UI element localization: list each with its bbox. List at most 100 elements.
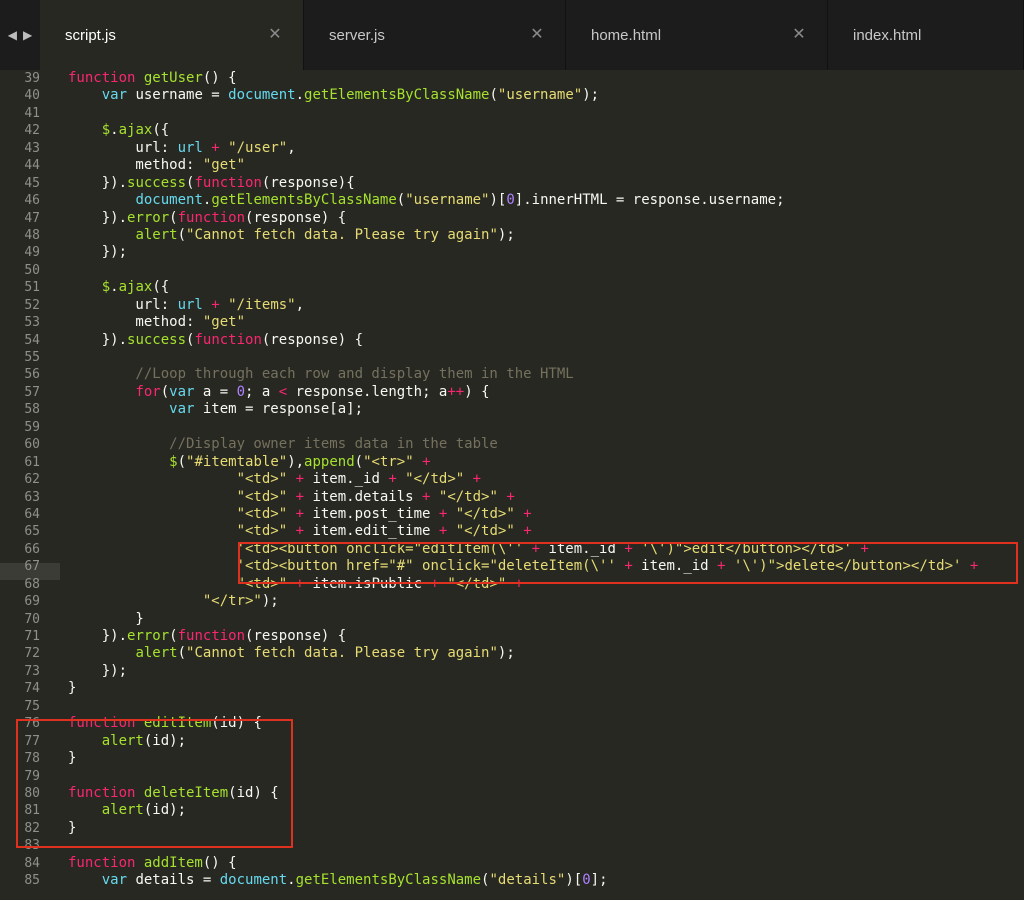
code-token: document (219, 872, 288, 889)
code-line[interactable]: }).error(function(response) { (68, 210, 1024, 227)
code-token: "details" (489, 872, 566, 889)
code-line[interactable]: $("#itemtable"),append("<tr>" + (68, 454, 1024, 471)
close-icon[interactable]: ✕ (267, 26, 283, 42)
code-token: ++ (447, 383, 465, 400)
line-number: 62 (24, 472, 40, 488)
code-token: var (101, 872, 136, 889)
code-line[interactable]: method: "get" (68, 314, 1024, 331)
code-line[interactable]: "<td>" + item.details + "</td>" + (68, 489, 1024, 506)
code-line[interactable]: }); (68, 663, 1024, 680)
code-token: + (497, 488, 515, 505)
code-line[interactable]: var username = document.getElementsByCla… (68, 87, 1024, 104)
code-line[interactable]: "<td>" + item.post_time + "</td>" + (68, 506, 1024, 523)
code-token: }). (68, 209, 128, 226)
close-icon[interactable]: ✕ (791, 26, 807, 42)
line-number: 55 (24, 350, 40, 365)
code-token: function (194, 174, 262, 191)
code-line[interactable]: function addItem() { (68, 855, 1024, 872)
code-line[interactable]: $.ajax({ (68, 122, 1024, 139)
code-token: method: (68, 314, 203, 331)
tab-script-js[interactable]: script.js ✕ (40, 0, 304, 70)
code-line[interactable]: $.ajax({ (68, 279, 1024, 296)
code-line[interactable]: var details = document.getElementsByClas… (68, 872, 1024, 889)
code-line[interactable] (68, 419, 1024, 436)
code-token: "username" (497, 87, 583, 104)
code-token: "#itemtable" (186, 453, 288, 470)
code-token: } (68, 610, 144, 627)
code-line[interactable]: }).success(function(response){ (68, 175, 1024, 192)
code-editor[interactable]: 39 40 41 42 43 44 45 46 47 48 49 50 51 52 53 54 55 56 57 58… (0, 70, 1024, 900)
code-line[interactable]: //Loop through each row and display them… (68, 366, 1024, 383)
code-line[interactable]: url: url + "/user", (68, 140, 1024, 157)
code-token: ); (261, 593, 279, 610)
code-token: "<td>" (236, 505, 288, 522)
close-icon[interactable]: ✕ (529, 26, 545, 42)
code-token: ; a (245, 383, 279, 400)
code-line[interactable] (68, 349, 1024, 366)
code-token: ajax (118, 279, 153, 296)
code-token: "</td>" (405, 471, 465, 488)
code-token: "username" (405, 192, 490, 209)
line-number: 56 (24, 367, 40, 383)
code-line[interactable]: "<td>" + item._id + "</td>" + (68, 471, 1024, 488)
line-number: 57 (24, 384, 40, 400)
line-number: 47 (24, 210, 40, 226)
code-token: "/user" (228, 139, 288, 156)
line-number: 50 (24, 262, 40, 278)
line-number: 39 (24, 71, 40, 86)
tab-bar: ◀ ▶ script.js ✕ server.js ✕ home.html ✕ … (0, 0, 1024, 70)
code-token: + (202, 296, 229, 313)
line-number: 46 (24, 193, 40, 209)
code-token: ), (287, 453, 305, 470)
code-token: "</tr>" (202, 593, 262, 610)
code-line[interactable]: } (68, 680, 1024, 697)
tab-index-html[interactable]: index.html (828, 0, 1024, 70)
code-line[interactable]: var item = response[a]; (68, 401, 1024, 418)
code-line[interactable]: }).success(function(response) { (68, 332, 1024, 349)
code-line[interactable]: for(var a = 0; a < response.length; a++)… (68, 384, 1024, 401)
tab-nav-arrows[interactable]: ◀ ▶ (0, 0, 40, 70)
chevron-right-icon[interactable]: ▶ (23, 28, 32, 42)
code-line[interactable]: //Display owner items data in the table (68, 436, 1024, 453)
code-token: addItem (143, 854, 203, 871)
code-token: item.edit_time (312, 523, 439, 540)
code-line[interactable]: } (68, 611, 1024, 628)
code-line[interactable]: alert("Cannot fetch data. Please try aga… (68, 227, 1024, 244)
code-token: function (194, 331, 262, 348)
code-line[interactable]: alert("Cannot fetch data. Please try aga… (68, 645, 1024, 662)
line-number: 53 (24, 315, 40, 331)
code-line[interactable]: "<td>" + item.edit_time + "</td>" + (68, 523, 1024, 540)
code-line[interactable]: url: url + "/items", (68, 297, 1024, 314)
code-line[interactable]: }); (68, 244, 1024, 261)
line-number: 72 (24, 646, 40, 662)
chevron-left-icon[interactable]: ◀ (8, 28, 17, 42)
code-token: ].innerHTML = response.username; (514, 192, 785, 209)
code-line[interactable]: function getUser() { (68, 70, 1024, 87)
tab-home-html[interactable]: home.html ✕ (566, 0, 828, 70)
code-token: 0 (506, 192, 515, 209)
code-token: error (127, 628, 170, 644)
code-token: item.post_time (312, 505, 439, 522)
code-line[interactable] (68, 698, 1024, 715)
code-line[interactable] (68, 105, 1024, 122)
code-token: , (287, 139, 296, 156)
code-line[interactable]: method: "get" (68, 157, 1024, 174)
code-token: ( (396, 192, 406, 209)
code-token: + (514, 505, 532, 522)
code-token: "</td>" (438, 488, 498, 505)
code-token: } (68, 680, 77, 697)
code-token: function (68, 70, 144, 86)
code-line[interactable] (68, 262, 1024, 279)
code-line[interactable]: }).error(function(response) { (68, 628, 1024, 645)
code-line[interactable]: "</tr>"); (68, 593, 1024, 610)
tab-server-js[interactable]: server.js ✕ (304, 0, 566, 70)
line-number: 52 (24, 297, 40, 313)
code-line[interactable]: document.getElementsByClassName("usernam… (68, 192, 1024, 209)
